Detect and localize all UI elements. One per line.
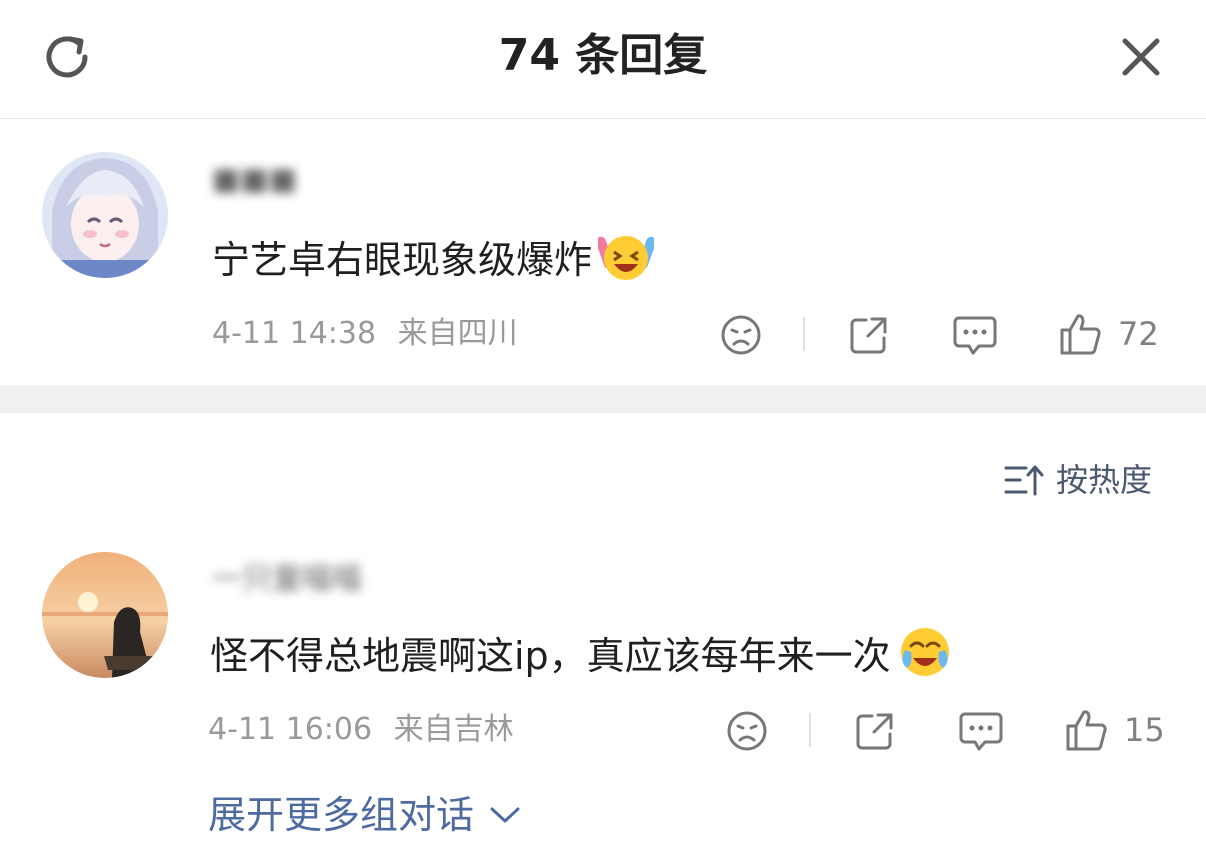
like-count: 72 bbox=[1118, 315, 1159, 353]
comment-text: 怪不得总地震啊这ip，真应该每年来一次 bbox=[210, 624, 953, 693]
comment-meta: 4-11 16:06 来自吉林 bbox=[208, 710, 514, 750]
sort-button[interactable]: 按热度 bbox=[1004, 460, 1152, 500]
comment-meta: 4-11 14:38 来自四川 bbox=[212, 314, 518, 354]
like-icon[interactable] bbox=[1064, 707, 1108, 753]
like-count: 15 bbox=[1124, 711, 1165, 749]
dislike-icon[interactable] bbox=[718, 312, 764, 358]
location: 来自四川 bbox=[397, 316, 518, 351]
timestamp: 4-11 16:06 bbox=[208, 712, 373, 747]
share-icon[interactable] bbox=[846, 312, 892, 358]
username[interactable]: ■■■ bbox=[212, 160, 372, 204]
share-icon[interactable] bbox=[852, 708, 898, 754]
comment-text: 宁艺卓右眼现象级爆炸 bbox=[212, 228, 657, 297]
sort-label: 按热度 bbox=[1056, 461, 1153, 499]
expand-more-button[interactable]: 展开更多组对话 bbox=[208, 790, 522, 840]
comment-icon[interactable] bbox=[958, 708, 1004, 754]
dislike-icon[interactable] bbox=[724, 708, 770, 754]
close-icon[interactable] bbox=[1112, 28, 1170, 86]
timestamp: 4-11 14:38 bbox=[212, 316, 377, 351]
laughing-tears-emoji bbox=[595, 228, 657, 297]
page-title: 74 条回复 bbox=[498, 30, 708, 81]
crying-laughing-emoji bbox=[897, 624, 953, 693]
location: 来自吉林 bbox=[393, 712, 514, 747]
avatar[interactable] bbox=[42, 552, 168, 678]
sort-icon bbox=[1004, 465, 1044, 496]
avatar[interactable] bbox=[42, 152, 168, 278]
chevron-down-icon bbox=[490, 807, 520, 823]
action-divider bbox=[803, 317, 805, 351]
section-separator bbox=[0, 385, 1206, 413]
action-divider bbox=[809, 713, 811, 747]
comment-icon[interactable] bbox=[952, 312, 998, 358]
like-icon[interactable] bbox=[1058, 311, 1102, 357]
expand-label: 展开更多组对话 bbox=[208, 793, 475, 837]
username[interactable]: 一只童喵喵 bbox=[212, 560, 422, 604]
